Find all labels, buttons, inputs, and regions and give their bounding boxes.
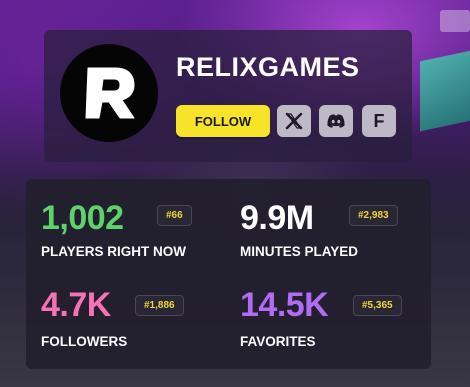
favorites-stat-label: FAVORITES (240, 334, 316, 349)
relix-logo-icon (85, 67, 135, 119)
favorites-rank-badge: #5,365 (353, 295, 402, 316)
followers-rank-badge: #1,886 (135, 295, 184, 316)
followers-stat-value: 4.7K (41, 286, 111, 324)
channel-name: RELIXGAMES (176, 52, 360, 82)
minutes-stat-label: MINUTES PLAYED (240, 244, 359, 259)
discord-logo-icon (327, 114, 345, 128)
players-stat-label: PLAYERS RIGHT NOW (41, 244, 187, 259)
profile-card: RELIXGAMES FOLLOW F (44, 30, 412, 162)
minutes-stat-value: 9.9M (240, 199, 314, 237)
players-rank-badge: #66 (157, 205, 192, 226)
minutes-rank-badge: #2,983 (349, 205, 398, 226)
x-social-button[interactable] (277, 105, 311, 137)
followers-stat-label: FOLLOWERS (41, 334, 128, 349)
f-social-button[interactable]: F (362, 105, 396, 137)
f-letter-icon: F (373, 110, 385, 131)
players-stat-value: 1,002 (41, 199, 124, 237)
favorites-stat-value: 14.5K (240, 286, 329, 324)
avatar[interactable] (60, 44, 158, 142)
follow-button[interactable]: FOLLOW (176, 105, 270, 137)
stats-card: 1,002 #66 PLAYERS RIGHT NOW 9.9M #2,983 … (26, 179, 431, 369)
x-logo-icon (285, 112, 303, 130)
discord-social-button[interactable] (319, 105, 353, 137)
